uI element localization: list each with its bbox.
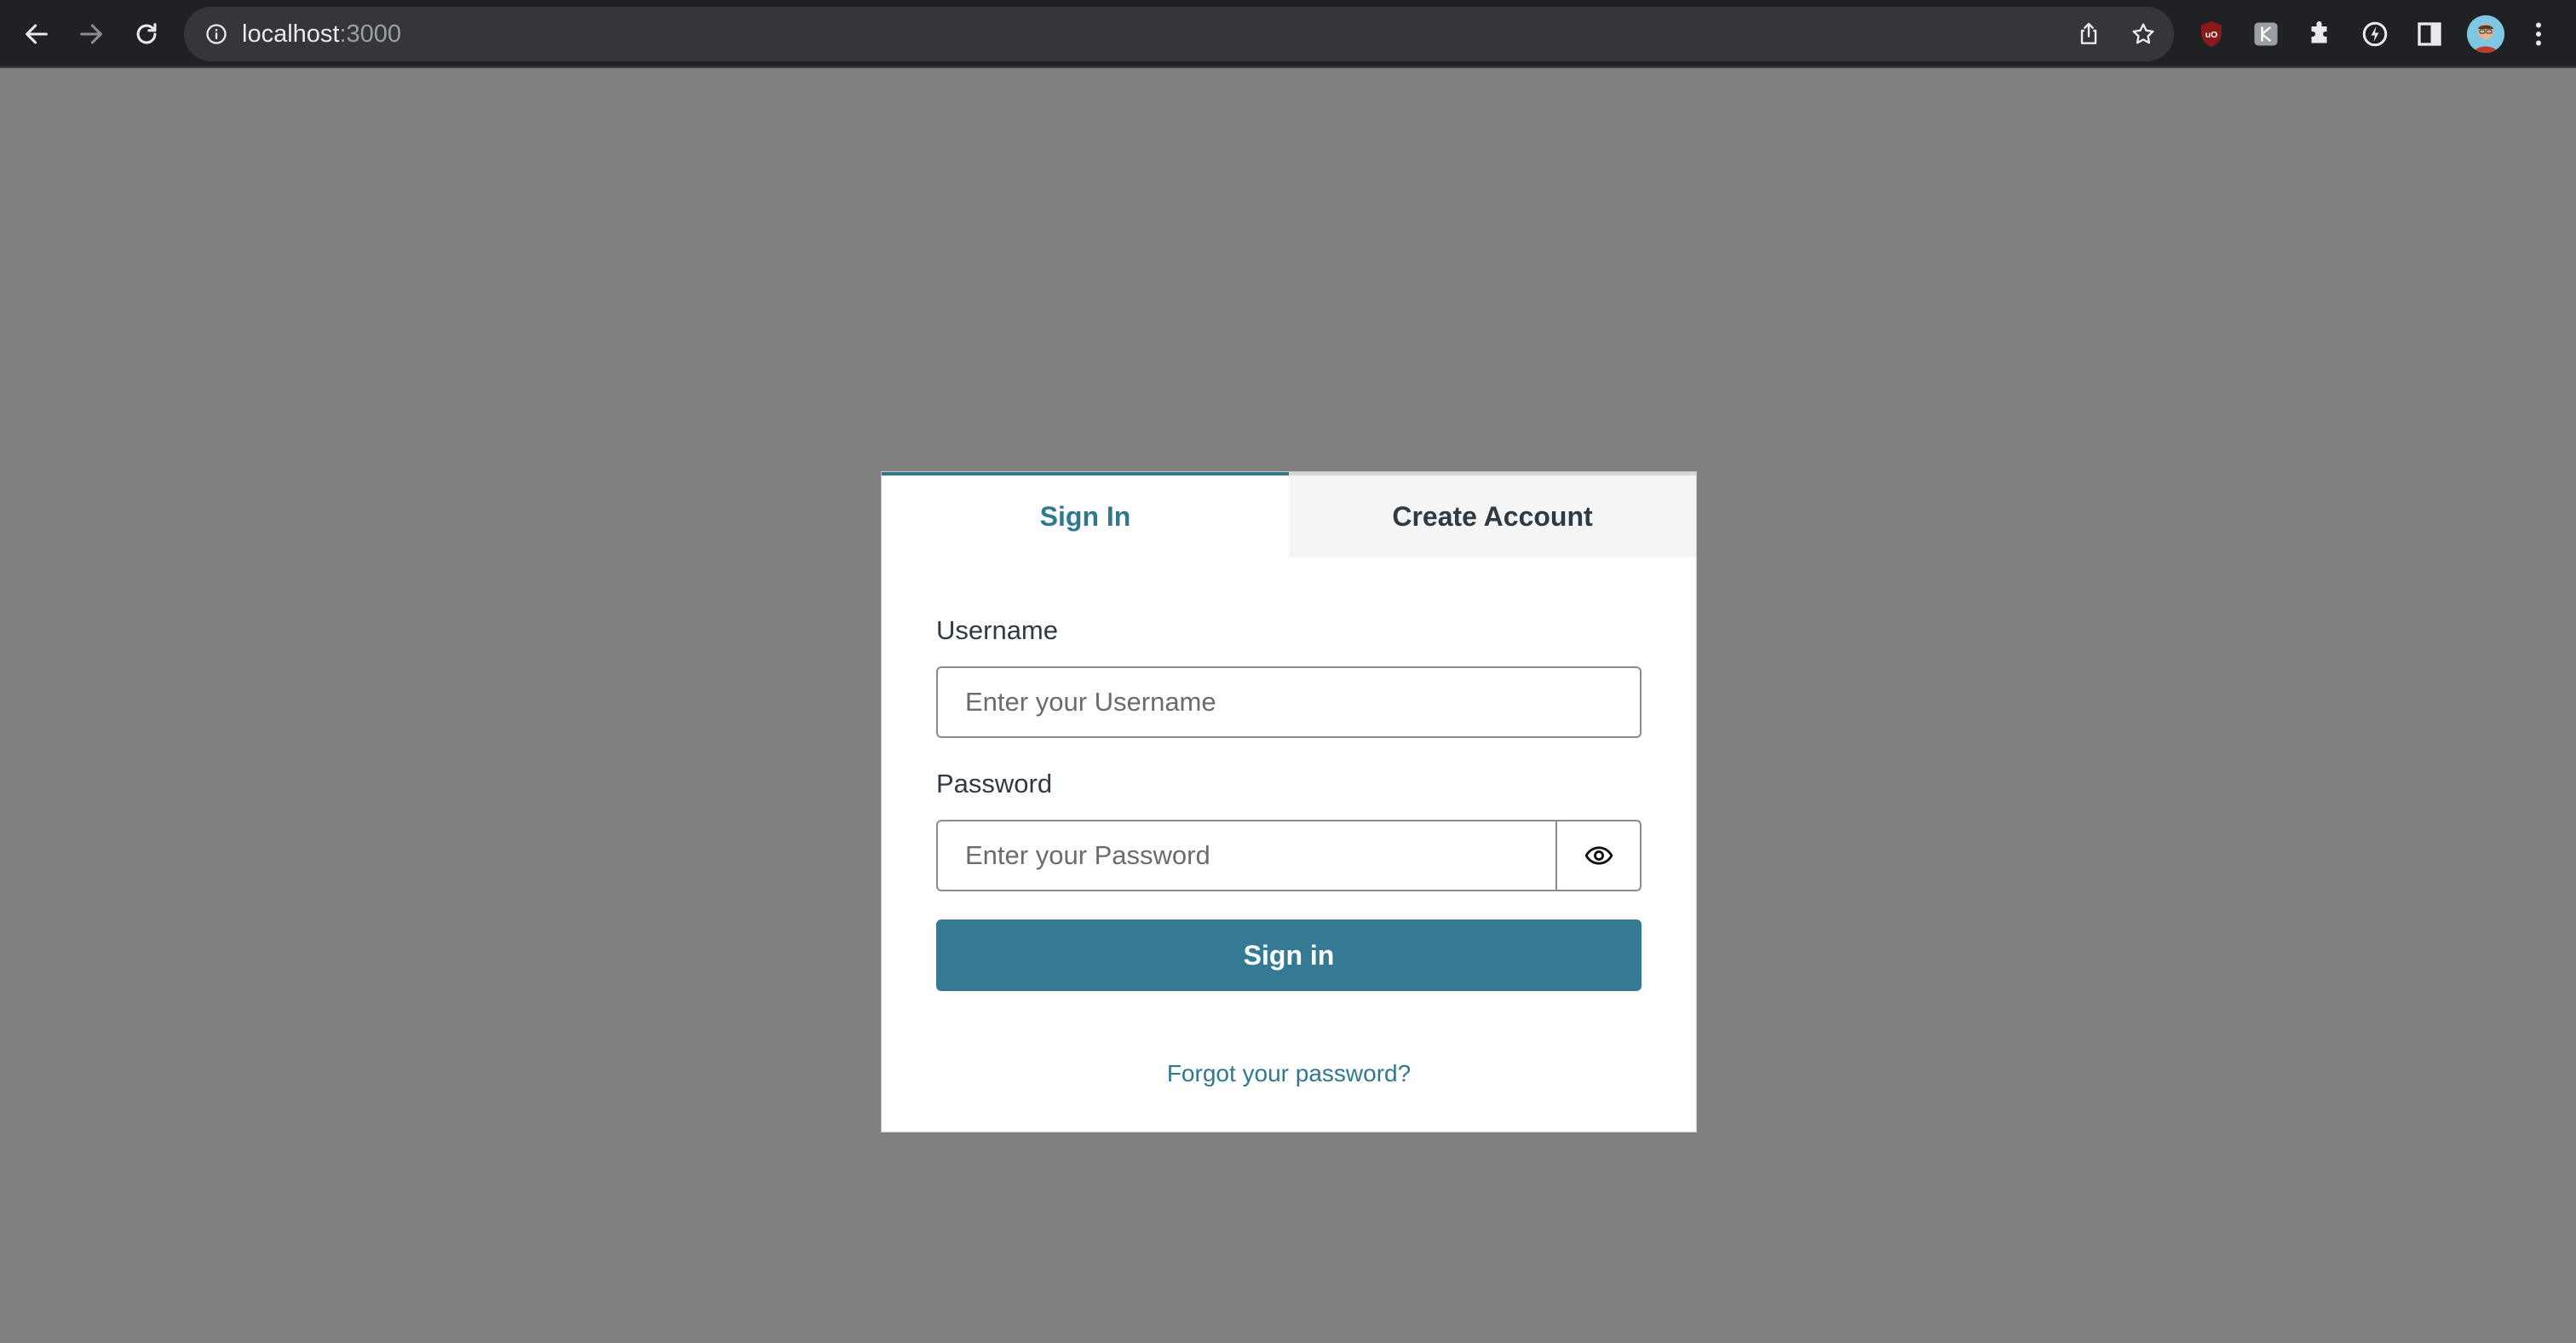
ublock-icon: uO — [2201, 21, 2222, 47]
browser-menu-button[interactable] — [2521, 17, 2556, 51]
puzzle-icon — [2311, 21, 2327, 43]
share-icon — [2080, 22, 2097, 44]
show-password-button[interactable] — [1555, 820, 1642, 891]
svg-text:uO: uO — [2205, 30, 2218, 40]
bookmark-button[interactable] — [2128, 19, 2159, 49]
kebab-menu-icon — [2536, 22, 2541, 46]
arrow-right-icon — [80, 24, 102, 44]
password-input[interactable] — [936, 820, 1556, 891]
star-icon — [2132, 23, 2154, 44]
extension-badge-icon — [2254, 22, 2278, 46]
eye-icon — [1584, 846, 1613, 865]
address-bar[interactable]: localhost:3000 — [184, 7, 2174, 61]
side-panel-button[interactable] — [2412, 17, 2447, 51]
badge-extension[interactable] — [2249, 17, 2283, 51]
arrow-left-icon — [26, 24, 48, 44]
ublock-extension[interactable]: uO — [2194, 17, 2228, 51]
reload-button[interactable] — [126, 14, 167, 55]
info-icon — [206, 24, 227, 44]
reload-icon — [136, 23, 157, 44]
url-text[interactable]: localhost:3000 — [242, 7, 401, 61]
site-info-button[interactable] — [201, 19, 232, 49]
url-port: :3000 — [339, 20, 402, 48]
forgot-password-link[interactable]: Forgot your password? — [882, 1060, 1696, 1087]
profile-avatar[interactable] — [2467, 15, 2504, 53]
avatar-icon — [2467, 15, 2504, 53]
speed-icon — [2362, 21, 2388, 47]
side-panel-icon — [2418, 22, 2441, 46]
speed-extension[interactable] — [2358, 17, 2392, 51]
tab-create-account[interactable]: Create Account — [1289, 472, 1696, 557]
browser-toolbar: localhost:3000 uO — [0, 0, 2576, 68]
username-label: Username — [936, 615, 1058, 645]
back-button[interactable] — [16, 14, 57, 55]
auth-tabs: Sign In Create Account — [882, 472, 1696, 557]
sign-in-button[interactable]: Sign in — [936, 919, 1642, 991]
share-button[interactable] — [2073, 19, 2104, 49]
username-input[interactable] — [936, 666, 1642, 738]
auth-card: Sign In Create Account Username Password… — [881, 471, 1697, 1133]
password-label: Password — [936, 769, 1053, 798]
forward-button[interactable] — [71, 14, 112, 55]
extensions-button[interactable] — [2303, 17, 2337, 51]
url-host: localhost — [242, 20, 340, 48]
tab-sign-in[interactable]: Sign In — [882, 472, 1289, 557]
